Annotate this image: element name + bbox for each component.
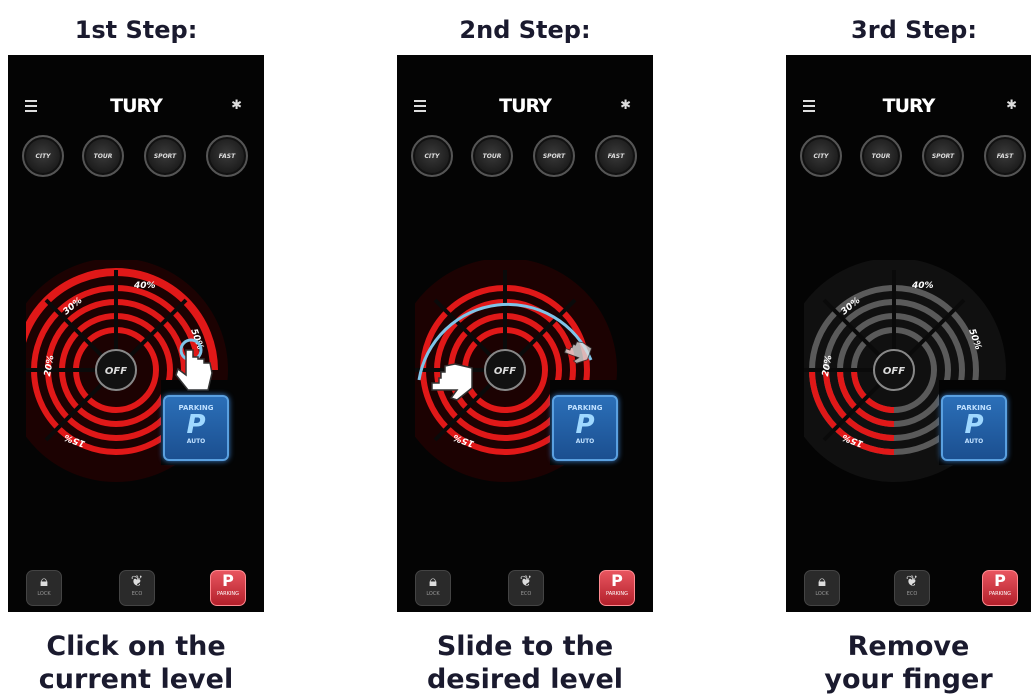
mode-selector: CITY TOUR SPORT FAST xyxy=(409,135,641,179)
parking-auto-button[interactable]: PARKING P AUTO xyxy=(552,395,618,461)
parking-footer-label: PARKING xyxy=(217,591,239,597)
lock-icon: 🔒︎ xyxy=(40,572,48,590)
app-header: TURY ✱ xyxy=(8,90,264,120)
level-40-label: 40% xyxy=(133,281,156,291)
parking-auto-button[interactable]: PARKING P AUTO xyxy=(163,395,229,461)
phone-screen: TURY ✱ CITY TOUR SPORT FAST xyxy=(397,55,653,612)
off-label: OFF xyxy=(494,366,516,377)
lock-button[interactable]: 🔒︎ LOCK xyxy=(415,570,451,606)
bluetooth-icon[interactable]: ✱ xyxy=(1006,98,1017,113)
parking-p-glyph: P xyxy=(186,410,206,440)
parking-p-glyph: P xyxy=(964,410,984,440)
leaf-icon: ❦ xyxy=(519,572,533,590)
phone-screen: TURY ✱ CITY TOUR SPORT FAST xyxy=(8,55,264,612)
lock-button[interactable]: 🔒︎ LOCK xyxy=(804,570,840,606)
footer-bar: 🔒︎ LOCK ❦ ECO P PARKING xyxy=(8,570,264,608)
step-3-panel: 3rd Step: TURY ✱ CITY TOUR SPORT FAST OF… xyxy=(786,0,1031,697)
parking-footer-button[interactable]: P PARKING xyxy=(982,570,1018,606)
caption-line-2: your finger xyxy=(824,664,993,695)
parking-footer-label: PARKING xyxy=(989,591,1011,597)
mode-tour-button[interactable]: TOUR xyxy=(82,135,124,177)
leaf-icon: ❦ xyxy=(130,572,144,590)
eco-label: ECO xyxy=(906,591,918,597)
caption-line-2: current level xyxy=(38,664,234,695)
mode-sport-button[interactable]: SPORT xyxy=(533,135,575,177)
footer-bar: 🔒︎ LOCK ❦ ECO P PARKING xyxy=(397,570,653,608)
mode-fast-button[interactable]: FAST xyxy=(206,135,248,177)
eco-button[interactable]: ❦ ECO xyxy=(119,570,155,606)
mode-selector: CITY TOUR SPORT FAST xyxy=(798,135,1030,179)
mode-city-button[interactable]: CITY xyxy=(800,135,842,177)
parking-p-icon: P xyxy=(994,571,1006,590)
auto-label: AUTO xyxy=(186,438,206,445)
step-2-panel: 2nd Step: TURY ✱ CITY TOUR SPORT FAST OF… xyxy=(397,0,653,697)
mode-fast-button[interactable]: FAST xyxy=(595,135,637,177)
phone-screen: TURY ✱ CITY TOUR SPORT FAST xyxy=(786,55,1031,612)
level-dial[interactable]: OFF 15% xyxy=(415,260,651,496)
mode-sport-button[interactable]: SPORT xyxy=(922,135,964,177)
eco-label: ECO xyxy=(131,591,143,597)
brand-logo: TURY xyxy=(499,95,552,117)
parking-p-icon: P xyxy=(222,571,234,590)
step-title: 3rd Step: xyxy=(851,16,977,44)
step-caption: Click on the current level xyxy=(8,630,264,696)
mode-city-button[interactable]: CITY xyxy=(411,135,453,177)
off-label: OFF xyxy=(883,366,905,377)
caption-line-1: Slide to the xyxy=(436,631,614,662)
level-40-label: 40% xyxy=(911,281,934,291)
mode-tour-button[interactable]: TOUR xyxy=(860,135,902,177)
eco-button[interactable]: ❦ ECO xyxy=(508,570,544,606)
mode-tour-button[interactable]: TOUR xyxy=(471,135,513,177)
caption-line-1: Click on the xyxy=(46,631,226,662)
parking-footer-button[interactable]: P PARKING xyxy=(599,570,635,606)
auto-label: AUTO xyxy=(964,438,984,445)
eco-label: ECO xyxy=(520,591,532,597)
parking-p-icon: P xyxy=(611,571,623,590)
step-1-panel: 1st Step: TURY ✱ CITY TOUR SPORT FAST OF… xyxy=(8,0,264,697)
caption-line-1: Remove xyxy=(847,631,970,662)
caption-line-2: desired level xyxy=(426,664,624,695)
mode-sport-button[interactable]: SPORT xyxy=(144,135,186,177)
parking-p-glyph: P xyxy=(575,410,595,440)
app-header: TURY ✱ xyxy=(397,90,653,120)
leaf-icon: ❦ xyxy=(905,572,919,590)
app-header: TURY ✱ xyxy=(786,90,1031,120)
auto-label: AUTO xyxy=(575,438,595,445)
level-dial[interactable]: OFF 20% 30% 40% 50% 15% xyxy=(26,260,262,496)
brand-logo: TURY xyxy=(110,95,163,117)
mode-selector: CITY TOUR SPORT FAST xyxy=(20,135,252,179)
bluetooth-icon[interactable]: ✱ xyxy=(620,98,631,113)
eco-button[interactable]: ❦ ECO xyxy=(894,570,930,606)
lock-label: LOCK xyxy=(815,591,829,597)
lock-icon: 🔒︎ xyxy=(818,572,826,590)
lock-button[interactable]: 🔒︎ LOCK xyxy=(26,570,62,606)
step-title: 1st Step: xyxy=(74,16,198,44)
bluetooth-icon[interactable]: ✱ xyxy=(231,98,242,113)
mode-fast-button[interactable]: FAST xyxy=(984,135,1026,177)
parking-auto-button[interactable]: PARKING P AUTO xyxy=(941,395,1007,461)
mode-city-button[interactable]: CITY xyxy=(22,135,64,177)
parking-footer-button[interactable]: P PARKING xyxy=(210,570,246,606)
off-label: OFF xyxy=(105,366,127,377)
step-caption: Slide to the desired level xyxy=(397,630,653,696)
step-caption: Remove your finger xyxy=(786,630,1031,696)
lock-label: LOCK xyxy=(426,591,440,597)
lock-label: LOCK xyxy=(37,591,51,597)
brand-logo: TURY xyxy=(882,95,936,117)
lock-icon: 🔒︎ xyxy=(429,572,437,590)
step-title: 2nd Step: xyxy=(459,16,591,44)
parking-footer-label: PARKING xyxy=(606,591,628,597)
footer-bar: 🔒︎ LOCK ❦ ECO P PARKING xyxy=(786,570,1031,608)
